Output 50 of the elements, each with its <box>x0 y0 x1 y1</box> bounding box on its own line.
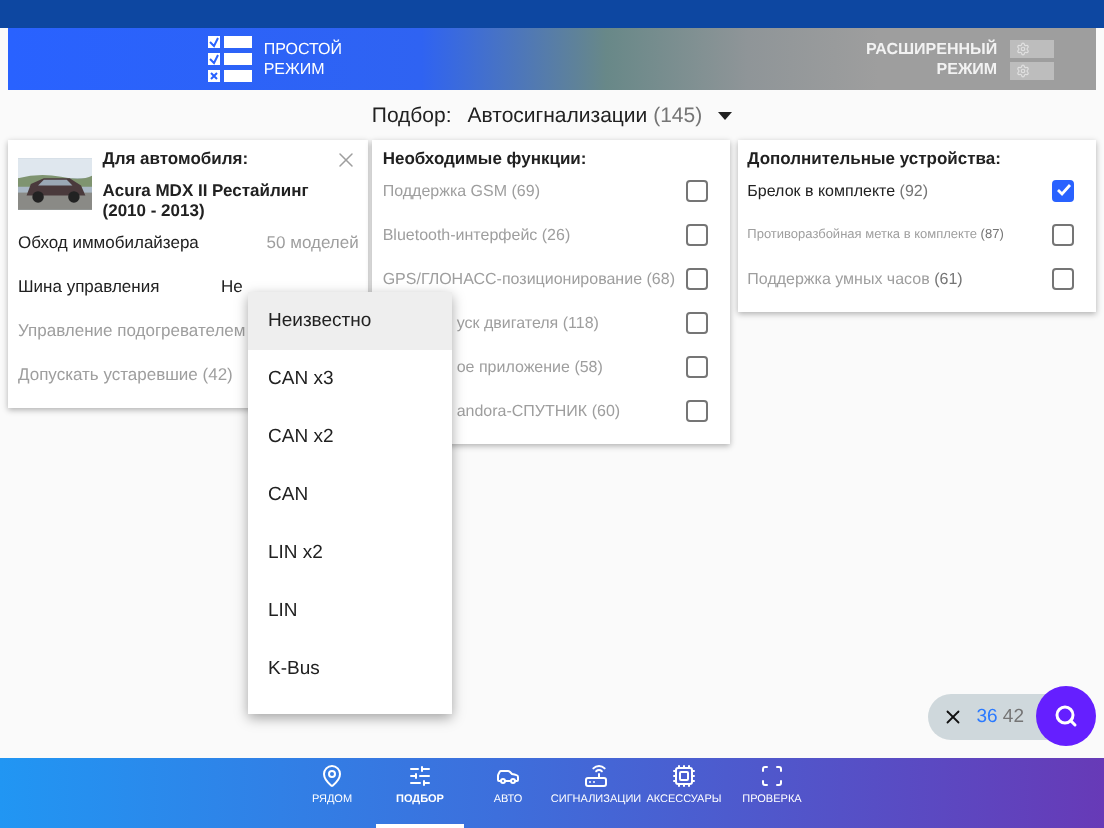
option-label: ое приложение (58) <box>456 357 603 375</box>
menu-item[interactable]: CAN x2 <box>248 408 452 466</box>
menu-item[interactable]: CAN <box>248 466 452 524</box>
checkbox[interactable] <box>685 179 708 201</box>
car-name: Acura MDX II Рестайлинг (2010 - 2013) <box>102 180 311 220</box>
close-button[interactable] <box>334 148 359 172</box>
option-value[interactable]: Не <box>220 276 243 296</box>
router-icon <box>584 764 608 788</box>
option-label: Поддержка умных часов (61) <box>747 269 963 287</box>
checkbox[interactable] <box>685 223 708 245</box>
card-title: Для автомобиля: <box>102 148 249 168</box>
mode-toggle[interactable]: ПРОСТОЙ РЕЖИМ <box>263 39 342 79</box>
option-label: Допускать устаревшие (42) <box>18 364 233 384</box>
option-label: уск двигателя (118) <box>456 313 599 331</box>
menu-item[interactable]: K-Bus <box>248 640 452 698</box>
option-label: Управление подогревателем <box>18 320 246 340</box>
menu-item[interactable]: Неизвестно <box>248 292 452 350</box>
checkbox[interactable] <box>685 355 708 377</box>
option-label: GPS/ГЛОНАСС-позиционирование (68) <box>382 269 675 287</box>
checkbox[interactable] <box>1052 179 1074 201</box>
count-text: 36 42 <box>976 705 1024 727</box>
car-icon <box>496 764 520 788</box>
chip-icon <box>672 764 696 788</box>
close-icon[interactable] <box>942 705 965 727</box>
gear-icon <box>1009 61 1054 79</box>
search-button[interactable] <box>1036 686 1096 746</box>
option-label: Поддержка GSM (69) <box>382 181 540 199</box>
card-title: Дополнительные устройства: <box>747 148 1003 168</box>
checkbox[interactable] <box>685 311 708 333</box>
search-icon <box>1054 704 1078 728</box>
checkbox[interactable] <box>685 267 708 289</box>
checkbox[interactable] <box>685 399 708 421</box>
gear-icon <box>1009 39 1054 57</box>
card-title: Необходимые функции: <box>382 148 589 168</box>
option-label: Брелок в комплекте (92) <box>747 181 929 199</box>
option-label: Шина управления <box>18 276 160 296</box>
checklist-icon <box>207 36 252 82</box>
category-dropdown[interactable]: Автосигнализации (145) <box>467 103 703 127</box>
option-label: Обход иммобилайзера <box>18 232 199 252</box>
map-pin-icon <box>320 764 344 788</box>
sliders-icon <box>408 764 432 788</box>
dropdown-arrow-icon <box>718 111 733 119</box>
option-label: andora-СПУТНИК (60) <box>456 401 621 419</box>
menu-item[interactable]: CAN x3 <box>248 350 452 408</box>
menu-item[interactable]: LIN x2 <box>248 524 452 582</box>
scan-icon <box>760 764 784 788</box>
option-value: 50 моделей <box>266 232 359 252</box>
selection-label: Подбор: <box>371 103 452 127</box>
option-label: Bluetooth-интерфейс (26) <box>382 225 571 243</box>
menu-item[interactable]: LIN <box>248 582 452 640</box>
